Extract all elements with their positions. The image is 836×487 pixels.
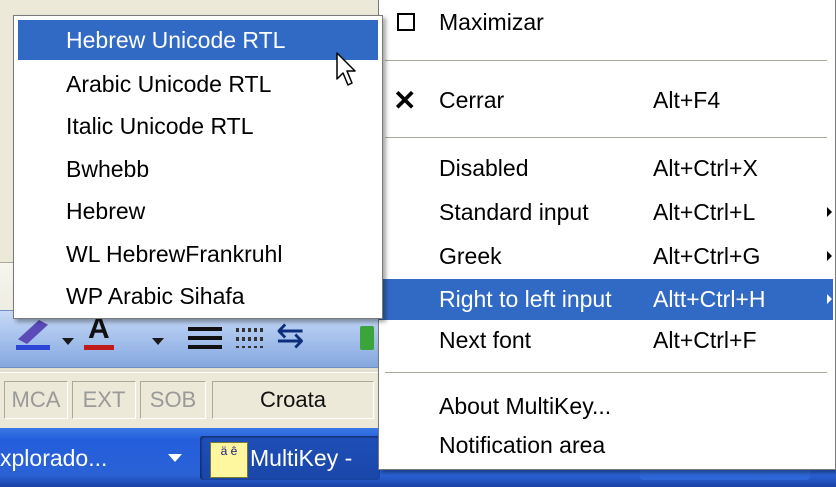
status-sob: SOB	[140, 381, 206, 419]
menu-item-maximize[interactable]: Maximizar	[379, 2, 833, 43]
menu-item-standard-input[interactable]: Standard input Alt+Ctrl+L	[379, 192, 833, 233]
menu-separator	[385, 60, 827, 61]
taskbar-explorer-label: xplorado...	[0, 445, 108, 471]
menu-separator	[385, 372, 827, 373]
status-mca: MCA	[4, 381, 68, 419]
toolbar-green-icon[interactable]	[360, 326, 374, 350]
status-ext: EXT	[72, 381, 136, 419]
menu-item-about[interactable]: About MultiKey...	[379, 386, 833, 427]
status-language: Croata	[212, 381, 374, 419]
menu-item-accel: Alt+Ctrl+X	[653, 155, 758, 181]
submenu-item-label: WP Arabic Sihafa	[66, 283, 245, 309]
menu-item-notification-area[interactable]: Notification area	[379, 425, 833, 466]
font-color-dropdown-icon[interactable]	[152, 338, 164, 345]
menu-item-label: Maximizar	[439, 9, 544, 35]
submenu-item-italic-unicode-rtl[interactable]: Italic Unicode RTL	[18, 106, 378, 146]
menu-item-accel: Alt+Ctrl+L	[653, 199, 756, 225]
submenu-item-label: Arabic Unicode RTL	[66, 71, 272, 97]
highlight-dropdown-icon[interactable]	[62, 338, 74, 345]
menu-item-disabled[interactable]: Disabled Alt+Ctrl+X	[379, 148, 833, 189]
menu-item-label: Greek	[439, 243, 502, 269]
line-style-icon[interactable]	[188, 327, 222, 354]
menu-item-accel: Alt+Ctrl+G	[653, 243, 761, 269]
menu-item-greek[interactable]: Greek Alt+Ctrl+G	[379, 236, 833, 277]
submenu-item-bwhebb[interactable]: Bwhebb	[18, 149, 378, 189]
menu-item-label: Next font	[439, 327, 532, 353]
submenu-arrow-icon	[827, 251, 832, 261]
submenu-item-label: Hebrew Unicode RTL	[66, 27, 286, 53]
submenu-arrow-icon	[827, 294, 832, 304]
submenu-item-label: Italic Unicode RTL	[66, 113, 254, 139]
menu-item-accel: Alt+F4	[653, 87, 721, 113]
taskbar-explorer-button[interactable]: xplorado...	[0, 436, 190, 480]
menu-item-close[interactable]: ✕ Cerrar Alt+F4	[379, 80, 833, 121]
submenu-item-label: Bwhebb	[66, 156, 150, 182]
menu-item-label: Notification area	[439, 432, 606, 458]
menu-item-label: Right to left input	[439, 286, 612, 312]
submenu-arrow-icon	[827, 207, 832, 217]
arrow-style-icon[interactable]: ⇆	[276, 316, 305, 356]
submenu-item-label: Hebrew	[66, 198, 146, 224]
menu-item-next-font[interactable]: Next font Alt+Ctrl+F	[379, 320, 833, 361]
menu-item-right-to-left-input[interactable]: Right to left input Altt+Ctrl+H	[379, 279, 833, 320]
menu-item-accel: Altt+Ctrl+H	[653, 286, 766, 312]
highlight-color-bar	[16, 345, 50, 350]
menu-item-label: Disabled	[439, 155, 529, 181]
submenu-item-wl-hebrewfrankruhl[interactable]: WL HebrewFrankruhl	[18, 234, 378, 274]
taskbar-multikey-label: MultiKey -	[250, 445, 353, 471]
submenu-item-label: WL HebrewFrankruhl	[66, 241, 283, 267]
multikey-app-icon: ä ê	[210, 442, 248, 478]
maximize-icon	[397, 13, 415, 31]
rtl-font-submenu: Hebrew Unicode RTL Arabic Unicode RTL It…	[13, 15, 383, 319]
close-icon: ✕	[393, 85, 417, 116]
menu-item-label: Cerrar	[439, 87, 505, 113]
chevron-down-icon	[168, 454, 182, 462]
context-menu: Maximizar ✕ Cerrar Alt+F4 Disabled Alt+C…	[378, 0, 836, 470]
menu-item-label: Standard input	[439, 199, 589, 225]
mouse-pointer-icon	[336, 52, 356, 86]
submenu-item-hebrew[interactable]: Hebrew	[18, 191, 378, 231]
submenu-item-arabic-unicode-rtl[interactable]: Arabic Unicode RTL	[18, 64, 378, 104]
submenu-item-hebrew-unicode-rtl[interactable]: Hebrew Unicode RTL	[18, 20, 378, 60]
menu-item-label: About MultiKey...	[439, 393, 612, 419]
menu-separator	[385, 137, 827, 138]
submenu-item-wp-arabic-sihafa[interactable]: WP Arabic Sihafa	[18, 276, 378, 316]
font-color-bar	[84, 345, 114, 350]
menu-item-accel: Alt+Ctrl+F	[653, 327, 757, 353]
